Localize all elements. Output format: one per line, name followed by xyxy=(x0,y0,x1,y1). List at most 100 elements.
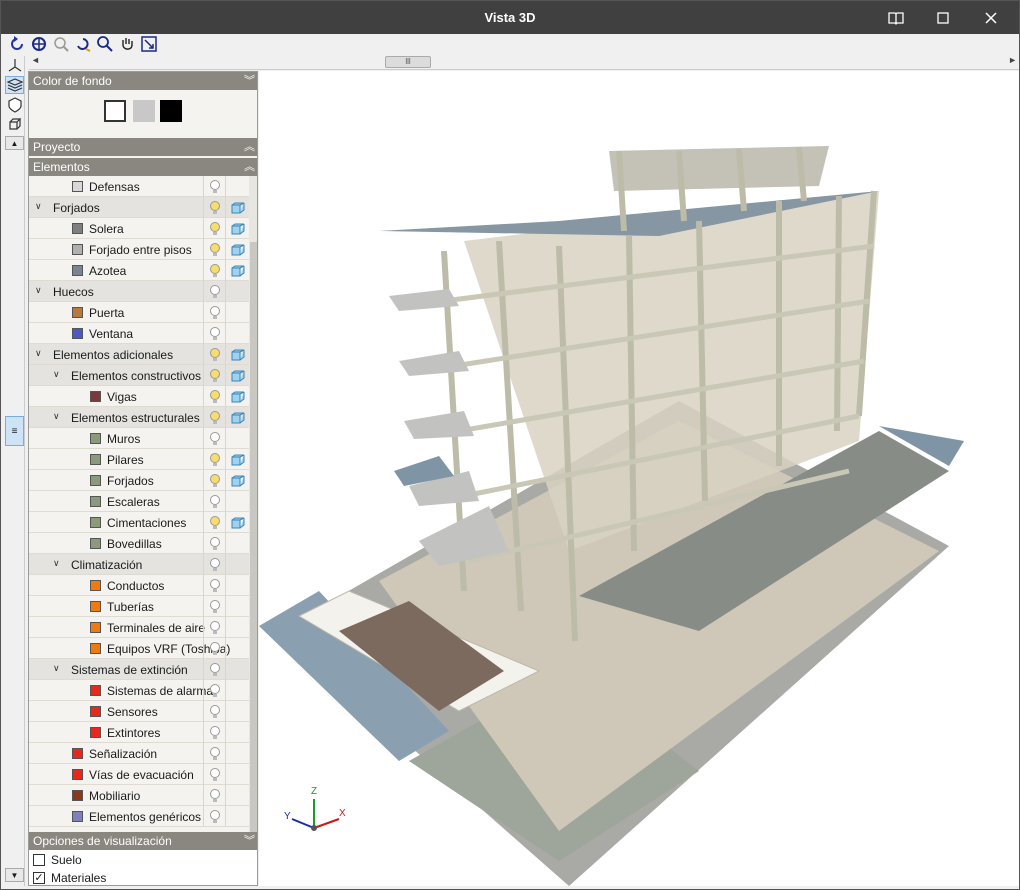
transparency-cube-icon[interactable] xyxy=(225,281,249,302)
expand-chevron-icon[interactable]: ∨ xyxy=(53,663,63,675)
tree-item-row[interactable]: Conductos xyxy=(29,575,249,596)
transparency-cube-icon[interactable] xyxy=(225,533,249,554)
transparency-cube-icon[interactable] xyxy=(225,659,249,680)
3d-viewport[interactable]: Z Y X xyxy=(259,71,1019,886)
transparency-cube-icon[interactable] xyxy=(225,554,249,575)
visibility-bulb-icon[interactable] xyxy=(203,239,225,260)
visibility-bulb-icon[interactable] xyxy=(203,428,225,449)
building-3d-model[interactable]: Z Y X xyxy=(259,71,1019,886)
tree-item-row[interactable]: Azotea xyxy=(29,260,249,281)
visibility-bulb-icon[interactable] xyxy=(203,743,225,764)
visibility-bulb-icon[interactable] xyxy=(203,701,225,722)
fit-view-icon[interactable] xyxy=(140,35,158,53)
visibility-bulb-icon[interactable] xyxy=(203,764,225,785)
visibility-bulb-icon[interactable] xyxy=(203,365,225,386)
scroll-right-icon[interactable]: ► xyxy=(1008,55,1017,65)
bg-black-swatch[interactable] xyxy=(160,100,182,122)
tree-item-row[interactable]: Puerta xyxy=(29,302,249,323)
transparency-cube-icon[interactable] xyxy=(225,575,249,596)
tree-group-row[interactable]: ∨ Huecos xyxy=(29,281,249,302)
shield-icon[interactable] xyxy=(5,96,24,114)
transparency-cube-icon[interactable] xyxy=(225,722,249,743)
transparency-cube-icon[interactable] xyxy=(225,491,249,512)
visibility-bulb-icon[interactable] xyxy=(203,302,225,323)
transparency-cube-icon[interactable] xyxy=(225,407,249,428)
tree-item-row[interactable]: Mobiliario xyxy=(29,785,249,806)
zoom-icon[interactable] xyxy=(96,35,114,53)
visibility-bulb-icon[interactable] xyxy=(203,449,225,470)
tree-item-row[interactable]: Bovedillas xyxy=(29,533,249,554)
project-header[interactable]: Proyecto ︽ xyxy=(29,138,257,156)
visibility-bulb-icon[interactable] xyxy=(203,281,225,302)
visibility-bulb-icon[interactable] xyxy=(203,512,225,533)
tree-item-row[interactable]: Cimentaciones xyxy=(29,512,249,533)
tree-item-row[interactable]: Defensas xyxy=(29,176,249,197)
tree-item-row[interactable]: Muros xyxy=(29,428,249,449)
expand-chevron-icon[interactable]: ∨ xyxy=(35,201,45,213)
collapse-chevron-icon[interactable]: ︾ xyxy=(244,72,255,90)
bg-gray-swatch[interactable] xyxy=(133,100,155,122)
scroll-thumb[interactable]: lll xyxy=(385,56,431,68)
transparency-cube-icon[interactable] xyxy=(225,764,249,785)
undo-view-icon[interactable] xyxy=(8,35,26,53)
visibility-bulb-icon[interactable] xyxy=(203,638,225,659)
transparency-cube-icon[interactable] xyxy=(225,218,249,239)
expand-chevron-icon[interactable]: ∨ xyxy=(35,285,45,297)
tree-item-row[interactable]: Vías de evacuación xyxy=(29,764,249,785)
transparency-cube-icon[interactable] xyxy=(225,428,249,449)
transparency-cube-icon[interactable] xyxy=(225,743,249,764)
expand-chevron-icon[interactable]: ∨ xyxy=(53,369,63,381)
book-icon[interactable] xyxy=(879,5,913,31)
expand-chevron-icon[interactable]: ∨ xyxy=(53,558,63,570)
horizontal-scrollbar[interactable]: ◄ lll ► xyxy=(29,54,1019,70)
zoom-all-icon[interactable] xyxy=(30,35,48,53)
visibility-bulb-icon[interactable] xyxy=(203,218,225,239)
transparency-cube-icon[interactable] xyxy=(225,617,249,638)
expand-chevron-icon[interactable]: ∨ xyxy=(35,348,45,360)
tree-item-row[interactable]: Terminales de aire xyxy=(29,617,249,638)
tree-item-row[interactable]: Elementos genéricos xyxy=(29,806,249,827)
visibility-bulb-icon[interactable] xyxy=(203,575,225,596)
collapse-down-icon[interactable]: ▼ xyxy=(5,868,24,882)
visibility-bulb-icon[interactable] xyxy=(203,785,225,806)
bg-white-swatch[interactable] xyxy=(104,100,126,122)
tree-item-row[interactable]: Equipos VRF (Toshiba) xyxy=(29,638,249,659)
transparency-cube-icon[interactable] xyxy=(225,176,249,197)
transparency-cube-icon[interactable] xyxy=(225,386,249,407)
transparency-cube-icon[interactable] xyxy=(225,302,249,323)
tree-group-row[interactable]: ∨ Forjados xyxy=(29,197,249,218)
tree-scrollbar[interactable] xyxy=(249,176,257,832)
zoom-window-icon[interactable] xyxy=(52,35,70,53)
tree-item-row[interactable]: Pilares xyxy=(29,449,249,470)
visibility-bulb-icon[interactable] xyxy=(203,722,225,743)
transparency-cube-icon[interactable] xyxy=(225,596,249,617)
pan-hand-icon[interactable] xyxy=(118,35,136,53)
visibility-bulb-icon[interactable] xyxy=(203,659,225,680)
tree-item-row[interactable]: Extintores xyxy=(29,722,249,743)
tree-item-row[interactable]: Vigas xyxy=(29,386,249,407)
transparency-cube-icon[interactable] xyxy=(225,806,249,827)
tree-item-row[interactable]: Escaleras xyxy=(29,491,249,512)
expand-chevron-icon[interactable]: ∨ xyxy=(53,411,63,423)
tree-group-row[interactable]: ∨ Climatización xyxy=(29,554,249,575)
elements-header[interactable]: Elementos ︽ xyxy=(29,158,257,176)
layers-icon[interactable] xyxy=(5,76,24,94)
visibility-bulb-icon[interactable] xyxy=(203,197,225,218)
transparency-cube-icon[interactable] xyxy=(225,260,249,281)
panel-toggle-icon[interactable]: ≡ xyxy=(5,416,24,446)
expand-chevron-icon[interactable]: ︽ xyxy=(244,158,255,176)
tree-item-row[interactable]: Forjados xyxy=(29,470,249,491)
cube-icon[interactable] xyxy=(5,116,24,134)
tree-group-row[interactable]: ∨ Elementos adicionales xyxy=(29,344,249,365)
axis-icon[interactable] xyxy=(5,56,24,74)
visibility-bulb-icon[interactable] xyxy=(203,554,225,575)
collapse-chevron-icon[interactable]: ︾ xyxy=(244,832,255,850)
tree-scroll-thumb[interactable] xyxy=(250,242,257,832)
transparency-cube-icon[interactable] xyxy=(225,449,249,470)
option-floor[interactable]: Suelo xyxy=(33,851,82,868)
visibility-bulb-icon[interactable] xyxy=(203,617,225,638)
visibility-bulb-icon[interactable] xyxy=(203,806,225,827)
tree-item-row[interactable]: Ventana xyxy=(29,323,249,344)
transparency-cube-icon[interactable] xyxy=(225,512,249,533)
tree-item-row[interactable]: Sistemas de alarma xyxy=(29,680,249,701)
